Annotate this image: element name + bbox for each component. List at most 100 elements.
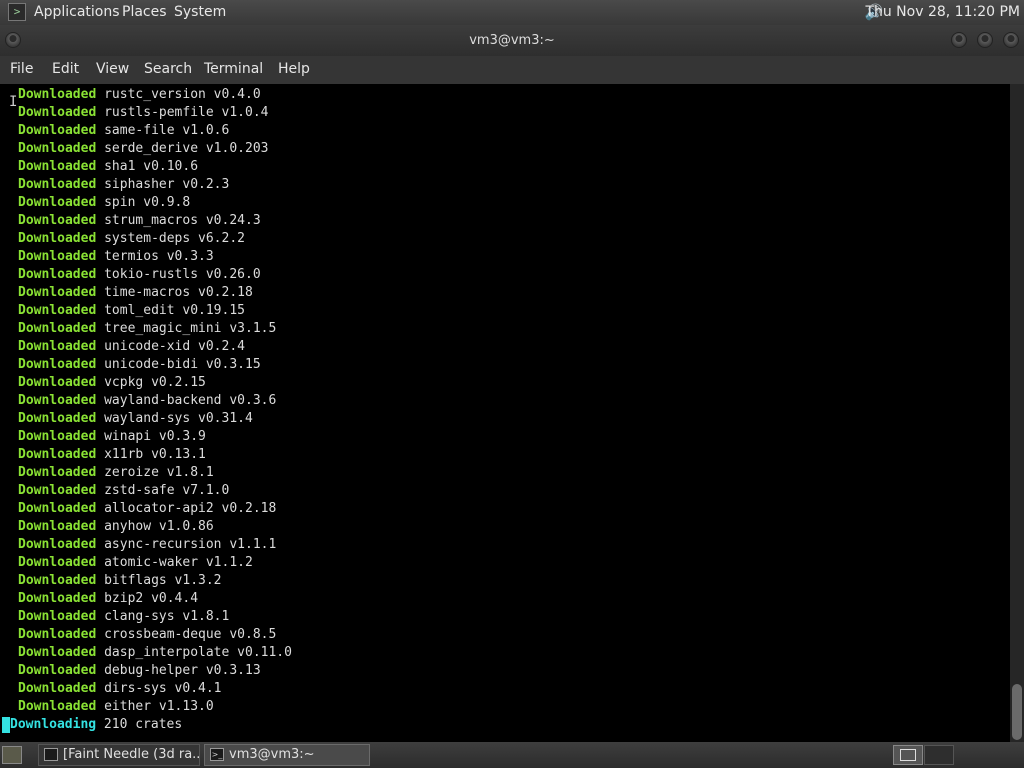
terminal-line: Downloaded vcpkg v0.2.15 [18, 374, 206, 392]
task-label: [Faint Needle (3d ra... [63, 747, 200, 762]
terminal-line: Downloaded wayland-backend v0.3.6 [18, 392, 276, 410]
download-status: Downloaded [18, 105, 97, 120]
clock[interactable]: Thu Nov 28, 11:20 PM [865, 4, 1020, 20]
menu-view[interactable]: View [96, 61, 129, 77]
window-titlebar[interactable]: vm3@vm3:~ [0, 25, 1024, 56]
download-status: Downloaded [18, 411, 97, 426]
places-menu[interactable]: Places [122, 4, 167, 20]
terminal-line: Downloaded zstd-safe v7.1.0 [18, 482, 229, 500]
system-menu[interactable]: System [174, 4, 226, 20]
progress-line: Downloading 210 crates [10, 716, 182, 734]
crate-name: dirs-sys v0.4.1 [104, 681, 222, 696]
download-status: Downloaded [18, 501, 97, 516]
terminal-line: Downloaded dirs-sys v0.4.1 [18, 680, 222, 698]
menu-file[interactable]: File [10, 61, 33, 77]
terminal-line: Downloaded unicode-xid v0.2.4 [18, 338, 245, 356]
terminal-line: Downloaded spin v0.9.8 [18, 194, 190, 212]
applications-menu[interactable]: Applications [34, 4, 120, 20]
task-terminal[interactable]: >_ vm3@vm3:~ [204, 744, 370, 766]
download-status: Downloaded [18, 519, 97, 534]
close-button[interactable] [1003, 32, 1019, 48]
crate-name: debug-helper v0.3.13 [104, 663, 261, 678]
download-status: Downloaded [18, 195, 97, 210]
menu-edit[interactable]: Edit [52, 61, 79, 77]
scrollbar-thumb[interactable] [1012, 684, 1022, 740]
crate-name: x11rb v0.13.1 [104, 447, 206, 462]
download-status: Downloaded [18, 177, 97, 192]
terminal-line: Downloaded wayland-sys v0.31.4 [18, 410, 253, 428]
task-label: vm3@vm3:~ [229, 747, 315, 762]
crate-name: tree_magic_mini v3.1.5 [104, 321, 277, 336]
terminal-line: Downloaded termios v0.3.3 [18, 248, 214, 266]
terminal-line: Downloaded zeroize v1.8.1 [18, 464, 214, 482]
terminal-line: Downloaded rustc_version v0.4.0 [18, 86, 261, 104]
workspace-2[interactable] [924, 745, 954, 765]
download-status: Downloaded [18, 123, 97, 138]
menu-help[interactable]: Help [278, 61, 310, 77]
crate-name: zeroize v1.8.1 [104, 465, 214, 480]
terminal-scrollbar[interactable] [1010, 84, 1024, 742]
download-status: Downloaded [18, 681, 97, 696]
download-status: Downloaded [18, 159, 97, 174]
show-desktop-icon[interactable] [2, 746, 22, 764]
terminal-line: Downloaded toml_edit v0.19.15 [18, 302, 245, 320]
terminal-line: Downloaded time-macros v0.2.18 [18, 284, 253, 302]
minimize-button[interactable] [951, 32, 967, 48]
download-status: Downloaded [18, 555, 97, 570]
terminal-line: Downloaded siphasher v0.2.3 [18, 176, 229, 194]
terminal-line: Downloaded winapi v0.3.9 [18, 428, 206, 446]
download-status: Downloaded [18, 339, 97, 354]
terminal-line: Downloaded allocator-api2 v0.2.18 [18, 500, 276, 518]
download-status: Downloaded [18, 321, 97, 336]
terminal-line: Downloaded debug-helper v0.3.13 [18, 662, 261, 680]
download-status: Downloaded [18, 627, 97, 642]
download-status: Downloaded [18, 465, 97, 480]
download-status: Downloaded [18, 375, 97, 390]
download-status: Downloaded [18, 303, 97, 318]
terminal-line: Downloaded same-file v1.0.6 [18, 122, 229, 140]
task-faint-needle[interactable]: [Faint Needle (3d ra... [38, 744, 200, 766]
crate-name: rustls-pemfile v1.0.4 [104, 105, 269, 120]
crate-name: same-file v1.0.6 [104, 123, 230, 138]
terminal-line: Downloaded crossbeam-deque v0.8.5 [18, 626, 276, 644]
terminal-cursor [2, 717, 10, 733]
crate-name: async-recursion v1.1.1 [104, 537, 277, 552]
download-status: Downloaded [18, 87, 97, 102]
download-status: Downloaded [18, 537, 97, 552]
crate-name: either v1.13.0 [104, 699, 214, 714]
download-status: Downloaded [18, 483, 97, 498]
crate-name: atomic-waker v1.1.2 [104, 555, 253, 570]
download-status: Downloaded [18, 591, 97, 606]
download-status: Downloaded [18, 573, 97, 588]
applications-logo-icon[interactable]: > [8, 3, 26, 21]
workspace-switcher-icon[interactable] [893, 745, 923, 765]
crate-name: spin v0.9.8 [104, 195, 191, 210]
crate-name: sha1 v0.10.6 [104, 159, 199, 174]
crate-name: system-deps v6.2.2 [104, 231, 245, 246]
terminal-line: Downloaded x11rb v0.13.1 [18, 446, 206, 464]
terminal-line: Downloaded sha1 v0.10.6 [18, 158, 198, 176]
crate-name: bzip2 v0.4.4 [104, 591, 199, 606]
terminal-line: Downloaded strum_macros v0.24.3 [18, 212, 261, 230]
terminal-line: Downloaded anyhow v1.0.86 [18, 518, 214, 536]
download-status: Downloaded [18, 429, 97, 444]
terminal-line: Downloaded either v1.13.0 [18, 698, 214, 716]
menu-search[interactable]: Search [144, 61, 192, 77]
terminal-line: Downloaded bitflags v1.3.2 [18, 572, 222, 590]
crate-name: bitflags v1.3.2 [104, 573, 222, 588]
terminal-line: Downloaded atomic-waker v1.1.2 [18, 554, 253, 572]
download-status: Downloaded [18, 447, 97, 462]
terminal-line: Downloaded async-recursion v1.1.1 [18, 536, 276, 554]
crate-name: anyhow v1.0.86 [104, 519, 214, 534]
terminal-line: Downloaded system-deps v6.2.2 [18, 230, 245, 248]
terminal-line: Downloaded bzip2 v0.4.4 [18, 590, 198, 608]
download-status: Downloaded [18, 141, 97, 156]
terminal-output[interactable]: I Downloaded rustc_version v0.4.0 Downloa… [0, 84, 1010, 742]
terminal-menubar: File Edit View Search Terminal Help [0, 56, 1024, 84]
crate-name: wayland-backend v0.3.6 [104, 393, 277, 408]
maximize-button[interactable] [977, 32, 993, 48]
crate-name: unicode-bidi v0.3.15 [104, 357, 261, 372]
crate-name: clang-sys v1.8.1 [104, 609, 230, 624]
bottom-taskbar: [Faint Needle (3d ra... >_ vm3@vm3:~ [0, 742, 1024, 768]
menu-terminal[interactable]: Terminal [204, 61, 263, 77]
